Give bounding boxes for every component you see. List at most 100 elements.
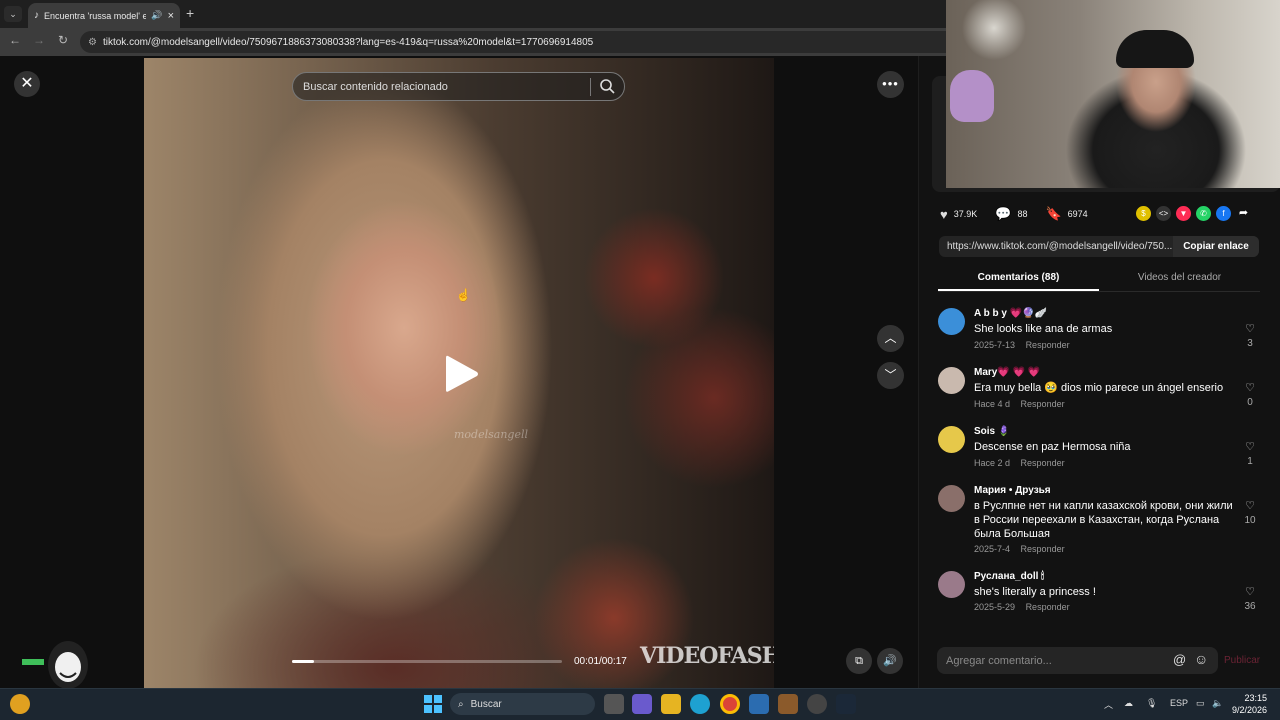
publish-button[interactable]: Publicar <box>1224 655 1260 666</box>
avatar[interactable] <box>938 308 965 335</box>
comment-text: She looks like ana de armas <box>974 323 1113 335</box>
taskbar-search[interactable]: ⌕ Buscar <box>450 693 595 715</box>
tab-creator-videos[interactable]: Videos del creador <box>1099 264 1260 291</box>
copy-link-button[interactable]: Copiar enlace <box>1173 236 1259 257</box>
comment-date: 2025-5-29 <box>974 602 1016 612</box>
avatar[interactable] <box>938 367 965 394</box>
wifi-icon[interactable]: ▭ <box>1196 698 1205 709</box>
mouse-cursor-icon: ☝ <box>456 288 471 302</box>
share-buttons: $ <> ▼ ✆ f ➦ <box>1136 206 1251 221</box>
back-icon[interactable]: ← <box>6 33 24 47</box>
video-progress-bar[interactable] <box>292 660 562 663</box>
more-options-button[interactable]: ••• <box>877 71 904 98</box>
comment-like-count: 3 <box>1247 338 1253 349</box>
reply-button[interactable]: Responder <box>1021 544 1065 554</box>
avatar[interactable] <box>938 571 965 598</box>
repost-icon[interactable]: ▼ <box>1176 206 1191 221</box>
microphone-icon[interactable]: 🎙 <box>1146 698 1157 709</box>
network-tray-icon[interactable]: ☁ <box>1124 698 1133 709</box>
chrome-icon[interactable] <box>720 694 740 714</box>
search-icon[interactable] <box>599 78 615 97</box>
tiktok-favicon-icon: ♪ <box>34 10 39 21</box>
play-icon[interactable] <box>444 353 480 400</box>
like-comment-icon[interactable]: ♡ <box>1242 440 1258 453</box>
add-comment-input[interactable]: Agregar comentario... @ ☺ <box>937 647 1218 674</box>
mention-icon[interactable]: @ <box>1173 652 1186 667</box>
video-time: 00:01/00:17 <box>574 656 627 667</box>
action-bar: ♥ 37.9K 💬 88 🔖 6974 <box>940 204 1100 224</box>
game-app-icon[interactable] <box>778 694 798 714</box>
previous-video-button[interactable]: ︿ <box>877 325 904 352</box>
forward-icon[interactable]: → <box>30 33 48 47</box>
comment-like-count: 36 <box>1244 601 1256 612</box>
weather-icon[interactable] <box>10 694 30 714</box>
speaker-icon[interactable]: 🔈 <box>1212 698 1223 709</box>
volume-button[interactable]: 🔊 <box>877 648 903 674</box>
next-video-button[interactable]: ﹀ <box>877 362 904 389</box>
site-info-icon[interactable]: ⚙ <box>88 37 97 48</box>
comment-meta: 2025-7-13 Responder <box>974 340 1078 350</box>
avatar[interactable] <box>938 485 965 512</box>
like-comment-icon[interactable]: ♡ <box>1242 585 1258 598</box>
steam-icon[interactable] <box>836 694 856 714</box>
like-comment-icon[interactable]: ♡ <box>1242 381 1258 394</box>
windows-start-icon[interactable] <box>424 695 442 718</box>
system-clock[interactable]: 23:15 9/2/2026 <box>1232 692 1267 716</box>
comment-icon[interactable]: 💬 <box>995 206 1011 222</box>
embed-icon[interactable]: <> <box>1156 206 1171 221</box>
comment-username[interactable]: A b b y 💗🔮🪽 <box>974 308 1047 319</box>
comment-like-count: 1 <box>1247 456 1253 467</box>
emoji-icon[interactable]: ☺ <box>1194 651 1208 667</box>
tray-expand-icon[interactable]: ︿ <box>1104 698 1113 711</box>
new-tab-button[interactable]: + <box>186 5 194 21</box>
share-arrow-icon[interactable]: ➦ <box>1236 206 1251 221</box>
facebook-icon[interactable]: f <box>1216 206 1231 221</box>
comment-text: Era muy bella 🥹 dios mio parece un ángel… <box>974 382 1224 394</box>
reload-icon[interactable]: ↻ <box>54 33 72 47</box>
store-icon[interactable] <box>749 694 769 714</box>
whatsapp-icon[interactable]: ✆ <box>1196 206 1211 221</box>
reply-button[interactable]: Responder <box>1021 399 1065 409</box>
obs-icon[interactable] <box>807 694 827 714</box>
task-view-icon[interactable] <box>604 694 624 714</box>
coin-icon[interactable]: $ <box>1136 206 1151 221</box>
tab-title: Encuentra 'russa model' en <box>44 10 147 21</box>
bookmark-icon[interactable]: 🔖 <box>1045 206 1061 222</box>
clock-time: 23:15 <box>1244 693 1268 703</box>
url-text: tiktok.com/@modelsangell/video/750967188… <box>102 36 594 48</box>
reply-button[interactable]: Responder <box>1021 458 1065 468</box>
reply-button[interactable]: Responder <box>1026 340 1070 350</box>
comment-username[interactable]: Руслана_doll 🕯 <box>974 571 1044 582</box>
picture-in-picture-button[interactable]: ⧉ <box>846 648 872 674</box>
stream-sticker-icon <box>22 635 96 695</box>
search-placeholder: Buscar contenido relacionado <box>303 80 448 93</box>
reply-button[interactable]: Responder <box>1026 602 1070 612</box>
file-explorer-icon[interactable] <box>661 694 681 714</box>
webcam-plush-toy <box>950 70 994 122</box>
share-link-text: https://www.tiktok.com/@modelsangell/vid… <box>947 241 1173 252</box>
like-comment-icon[interactable]: ♡ <box>1242 499 1258 512</box>
tab-close-icon[interactable]: × <box>168 10 174 22</box>
comment-meta: 2025-5-29 Responder <box>974 602 1078 612</box>
edge-icon[interactable] <box>690 694 710 714</box>
related-search-input[interactable]: Buscar contenido relacionado <box>292 72 625 101</box>
comment-username[interactable]: Sois 🪻 <box>974 426 1010 437</box>
copilot-icon[interactable] <box>632 694 652 714</box>
like-comment-icon[interactable]: ♡ <box>1242 322 1258 335</box>
tab-audio-icon[interactable]: 🔊 <box>151 10 162 21</box>
video-watermark-handle: modelsangell <box>454 428 528 441</box>
avatar[interactable] <box>938 426 965 453</box>
language-indicator[interactable]: ESP <box>1170 698 1188 708</box>
tab-comments[interactable]: Comentarios (88) <box>938 264 1099 291</box>
comment-username[interactable]: Мария • Друзья <box>974 485 1051 496</box>
comment-username[interactable]: Mary💗 💗 💗 <box>974 367 1040 378</box>
heart-icon[interactable]: ♥ <box>940 207 948 222</box>
comment-text: she's literally a princess ! <box>974 586 1096 598</box>
clock-date: 9/2/2026 <box>1232 705 1268 715</box>
share-link-field[interactable]: https://www.tiktok.com/@modelsangell/vid… <box>939 236 1259 257</box>
tab-search-button[interactable]: ⌄ <box>4 6 22 22</box>
comment-meta: 2025-7-4 Responder <box>974 544 1073 554</box>
comment-text: Descense en paz Hermosa niña <box>974 441 1131 453</box>
browser-tab[interactable]: ♪ Encuentra 'russa model' en 🔊 × <box>28 3 180 28</box>
close-button[interactable]: ✕ <box>14 71 40 97</box>
